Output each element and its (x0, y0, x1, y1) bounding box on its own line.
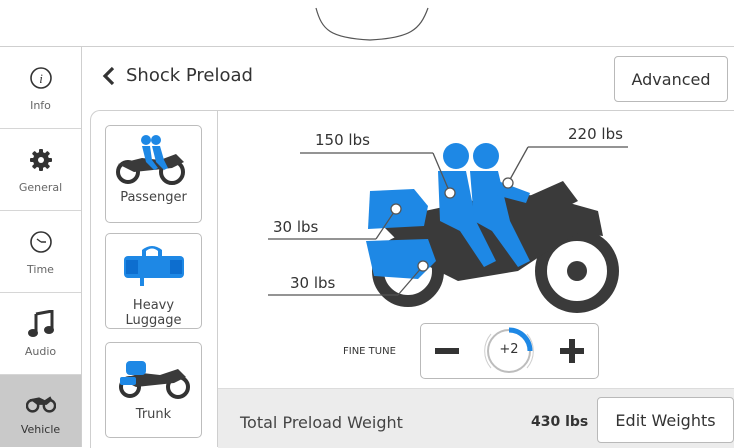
sidebar-item-label: Info (30, 99, 51, 112)
motorcycle-icon (25, 387, 56, 417)
gear-icon (26, 145, 56, 175)
saddlebag-upper-weight-label: 30 lbs (273, 218, 319, 236)
motorcycle-trunk-icon (112, 349, 196, 403)
sidebar-item-time[interactable]: Time (0, 211, 81, 293)
fine-tune-value: +2 (499, 342, 519, 357)
top-arc-decoration (315, 7, 429, 41)
fine-tune-label: FINE TUNE (343, 346, 396, 357)
fine-tune-control: +2 (420, 323, 599, 379)
sidebar-item-label: General (18, 181, 63, 194)
preset-passenger-button[interactable]: Passenger (105, 125, 202, 223)
music-note-icon (26, 309, 56, 339)
saddlebag-lower-weight-label: 30 lbs (290, 274, 336, 292)
minus-icon (435, 348, 459, 354)
passenger-weight-label: 220 lbs (568, 125, 623, 143)
back-button[interactable]: Shock Preload (102, 65, 253, 86)
info-icon: i (26, 63, 56, 93)
total-preload-bar: Total Preload Weight 430 lbs Edit Weight… (218, 388, 734, 448)
svg-text:i: i (39, 71, 43, 86)
sidebar-item-audio[interactable]: Audio (0, 293, 81, 375)
sidebar-item-vehicle[interactable]: Vehicle (0, 375, 81, 447)
luggage-icon (112, 240, 196, 294)
plus-icon (560, 339, 584, 363)
preset-label: Passenger (120, 190, 187, 205)
sidebar-item-label: Time (27, 263, 54, 276)
preset-column: Passenger Heavy Luggage Trunk (90, 110, 218, 447)
sidebar-item-general[interactable]: General (0, 129, 81, 211)
rider-weight-label: 150 lbs (315, 131, 370, 149)
sidebar-item-label: Audio (24, 345, 57, 358)
clock-icon (26, 227, 56, 257)
page-header: Shock Preload Advanced (82, 47, 734, 109)
plus-button[interactable] (556, 335, 588, 367)
advanced-button[interactable]: Advanced (614, 56, 728, 102)
page-title: Shock Preload (126, 65, 253, 86)
chevron-left-icon (102, 66, 115, 85)
total-preload-value: 430 lbs (531, 414, 589, 430)
preset-label: Heavy Luggage (125, 298, 182, 328)
preset-label: Trunk (135, 407, 172, 422)
preset-trunk-button[interactable]: Trunk (105, 342, 202, 438)
total-preload-label: Total Preload Weight (240, 413, 403, 432)
motorcycle-passenger-icon (112, 132, 196, 186)
sidebar-item-info[interactable]: i Info (0, 47, 81, 129)
edit-weights-button[interactable]: Edit Weights (597, 397, 734, 443)
sidebar: i Info General Time Audio Vehicle (0, 47, 82, 447)
preset-heavy-luggage-button[interactable]: Heavy Luggage (105, 233, 202, 329)
sidebar-item-label: Vehicle (20, 422, 61, 436)
minus-button[interactable] (431, 335, 463, 367)
